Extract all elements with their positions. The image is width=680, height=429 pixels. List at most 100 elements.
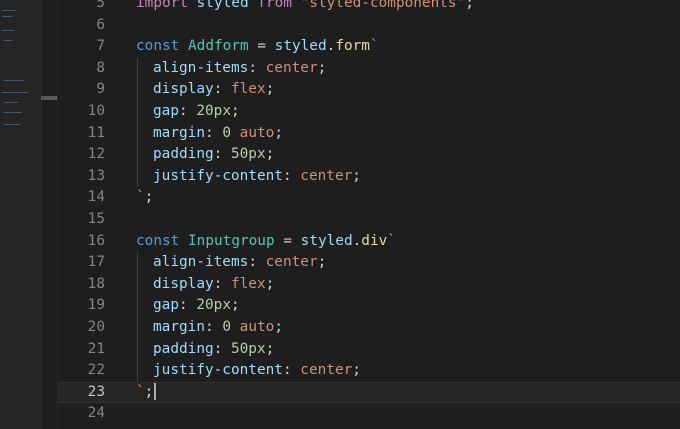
code-line[interactable]: 11 margin: 0 auto; [58,122,680,145]
code-line[interactable]: 9 display: flex; [58,79,680,101]
code-token: ; [274,318,283,335]
code-token: gap [153,102,179,119]
code-token: : [179,297,197,314]
minimap-line [4,40,12,41]
indent-guide [137,360,138,382]
minimap-slider[interactable] [41,96,57,100]
code-text: display: flex; [153,79,274,101]
code-text: const Inputgroup = styled.div` [136,231,396,253]
code-line[interactable]: 16 const Inputgroup = styled.div` [58,231,680,253]
code-line[interactable]: 24 [58,403,680,425]
code-token: ; [265,146,275,163]
minimap-line [2,92,28,93]
minimap-line [2,30,14,31]
code-token: : [248,254,266,271]
code-token: padding [153,146,214,163]
code-token: ; [144,383,154,400]
code-token: : [213,81,231,98]
code-line[interactable]: 7 const Addform = styled.form` [58,36,680,58]
code-token: styled [196,0,249,11]
code-token: ; [265,340,275,357]
code-line[interactable]: 12 padding: 50px; [58,144,680,166]
line-number: 12 [87,146,105,163]
indent-guide [137,144,138,166]
code-token: display [153,275,214,292]
code-line[interactable]: 22 justify-content: center; [58,360,680,382]
line-number: 8 [96,59,105,76]
code-token: 20px [196,297,231,314]
code-text: gap: 20px; [153,101,240,123]
code-line[interactable]: 15 [58,209,680,231]
line-number: 13 [87,167,105,184]
line-number: 5 [96,0,105,11]
code-line[interactable]: 18 display: flex; [58,273,680,296]
line-number: 17 [87,254,105,271]
line-number: 19 [87,297,105,314]
code-line[interactable]: 13 justify-content: center; [58,165,680,188]
code-line[interactable]: 19 gap: 20px; [58,295,680,317]
line-number: 15 [87,210,105,227]
code-text: margin: 0 auto; [153,123,283,145]
code-token: const [136,38,180,55]
code-line[interactable]: 5 import styled from "styled-components"; [58,0,680,15]
code-token: ` [369,38,379,55]
code-token: ; [352,167,361,184]
code-text: padding: 50px; [153,339,274,361]
code-token: ; [465,0,474,11]
line-number: 20 [87,318,105,335]
code-text: margin: 0 auto; [153,317,283,339]
code-token: center [300,362,353,379]
line-number: 9 [96,81,105,98]
code-line[interactable]: 17 align-items: center; [58,252,680,274]
code-text: align-items: center; [153,58,326,80]
indent-guide [137,273,138,296]
code-line[interactable]: 21 padding: 50px; [58,338,680,361]
code-line[interactable]: 20 margin: 0 auto; [58,316,680,339]
code-token: : [248,59,266,76]
code-text: justify-content: center; [153,166,361,188]
line-number: 22 [87,362,105,379]
code-token: center [265,59,318,76]
code-token: flex [230,275,266,292]
code-token: flex [230,81,266,98]
code-editor[interactable]: 5 import styled from "styled-components";… [58,0,680,425]
code-text: import styled from "styled-components"; [136,0,474,15]
code-token: display [153,81,214,98]
code-token: div [361,232,388,249]
code-token: ` [136,383,145,400]
code-token: Addform [188,38,249,55]
code-token: . [326,38,336,55]
code-token: ; [274,124,283,141]
code-token: : [204,124,223,141]
code-token: = [248,38,275,55]
code-token: 50px [230,340,266,357]
minimap-line [4,112,22,113]
code-token: auto [239,124,275,141]
indent-guide [137,122,138,145]
code-token: 0 [222,124,231,141]
code-token: : [213,275,231,292]
line-number: 14 [87,189,105,206]
minimap-line [4,102,18,103]
minimap[interactable] [0,0,42,429]
code-line[interactable]: 14 `; [58,187,680,209]
code-token: 20px [196,102,231,119]
code-token: margin [153,124,205,141]
code-token: margin [153,318,205,335]
code-line[interactable]: 23 `; [58,381,680,404]
code-token: styled [274,38,327,55]
code-line[interactable]: 6 [58,15,680,37]
line-number: 10 [87,102,105,119]
code-token: : [282,362,301,379]
code-line[interactable]: 10 gap: 20px; [58,100,680,123]
code-token: ; [230,297,240,314]
code-line[interactable]: 8 align-items: center; [58,57,680,80]
line-number: 16 [87,232,105,249]
code-token: justify-content [153,167,283,184]
code-token: 0 [222,318,231,335]
